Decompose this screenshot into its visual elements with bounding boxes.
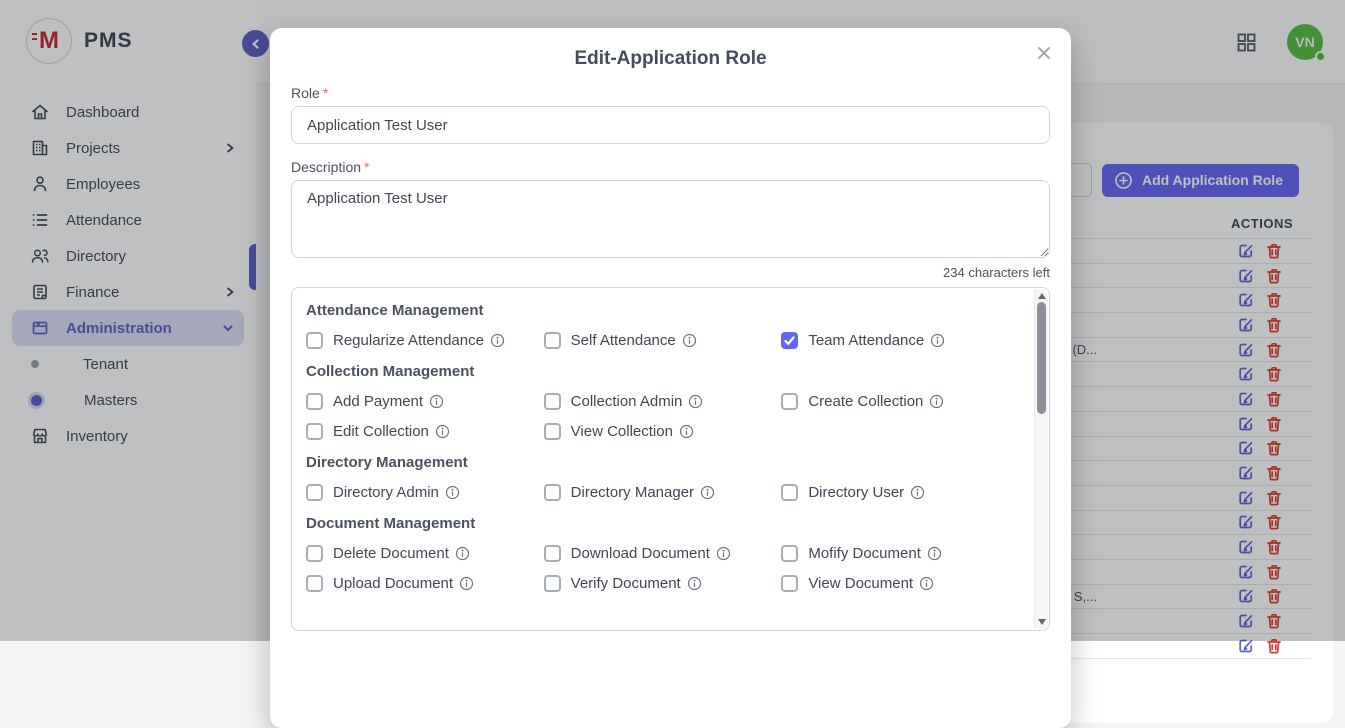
permission-item: Edit Collection (306, 422, 544, 440)
info-icon[interactable] (679, 424, 694, 439)
permission-label: Self Attendance (571, 332, 676, 349)
info-icon[interactable] (435, 424, 450, 439)
permission-label: Directory User (808, 484, 904, 501)
modal-close-button[interactable] (1029, 38, 1059, 68)
info-icon[interactable] (930, 333, 945, 348)
permission-label: Collection Admin (571, 393, 683, 410)
permission-label: View Document (808, 575, 913, 592)
permission-item: Team Attendance (781, 331, 1019, 349)
required-asterisk: * (323, 85, 328, 101)
permission-checkbox[interactable] (781, 332, 798, 349)
permission-checkbox[interactable] (306, 545, 323, 562)
info-icon[interactable] (716, 546, 731, 561)
permission-item: Mofify Document (781, 544, 1019, 562)
permission-checkbox[interactable] (544, 423, 561, 440)
permission-checkbox[interactable] (306, 332, 323, 349)
required-asterisk: * (364, 159, 369, 175)
permission-label: View Collection (571, 423, 673, 440)
permission-label: Directory Admin (333, 484, 439, 501)
permission-item: Upload Document (306, 574, 544, 592)
permission-checkbox[interactable] (306, 423, 323, 440)
info-icon[interactable] (688, 394, 703, 409)
info-icon[interactable] (459, 576, 474, 591)
permission-label: Team Attendance (808, 332, 924, 349)
permission-item: Regularize Attendance (306, 331, 544, 349)
permission-item: Directory User (781, 483, 1019, 501)
permission-label: Download Document (571, 545, 710, 562)
description-textarea[interactable] (291, 180, 1050, 258)
permission-item: Verify Document (544, 574, 782, 592)
description-field-label: Description* (291, 159, 1050, 175)
permission-checkbox[interactable] (544, 545, 561, 562)
permission-label: Edit Collection (333, 423, 429, 440)
permission-checkbox[interactable] (544, 484, 561, 501)
info-icon[interactable] (429, 394, 444, 409)
permission-checkbox[interactable] (781, 484, 798, 501)
permission-checkbox[interactable] (781, 575, 798, 592)
permission-label: Regularize Attendance (333, 332, 484, 349)
permission-group-title: Collection Management (306, 363, 1019, 380)
permission-label: Create Collection (808, 393, 923, 410)
modal-title: Edit-Application Role (291, 28, 1050, 70)
scrollbar-up-arrow[interactable] (1038, 293, 1046, 299)
permission-item: View Collection (544, 422, 782, 440)
permission-item: Self Attendance (544, 331, 782, 349)
permission-item: Delete Document (306, 544, 544, 562)
permission-checkbox[interactable] (544, 393, 561, 410)
characters-left-counter: 234 characters left (291, 265, 1050, 280)
permission-item: Directory Admin (306, 483, 544, 501)
info-icon[interactable] (490, 333, 505, 348)
info-icon[interactable] (927, 546, 942, 561)
permission-group-title: Document Management (306, 515, 1019, 532)
permissions-scrollbar[interactable] (1034, 289, 1048, 629)
info-icon[interactable] (455, 546, 470, 561)
permission-checkbox[interactable] (544, 332, 561, 349)
permission-label: Add Payment (333, 393, 423, 410)
permission-checkbox[interactable] (306, 393, 323, 410)
permissions-panel: Attendance Management Regularize Attendan… (291, 287, 1050, 631)
permission-label: Directory Manager (571, 484, 694, 501)
info-icon[interactable] (919, 576, 934, 591)
info-icon[interactable] (682, 333, 697, 348)
info-icon[interactable] (700, 485, 715, 500)
permission-checkbox[interactable] (306, 575, 323, 592)
permission-group-title: Attendance Management (306, 302, 1019, 319)
edit-application-role-modal: Edit-Application Role Role* Description*… (270, 28, 1071, 728)
permission-checkbox[interactable] (781, 393, 798, 410)
info-icon[interactable] (687, 576, 702, 591)
scrollbar-thumb[interactable] (1037, 302, 1046, 414)
role-field-label: Role* (291, 85, 1050, 101)
permission-group-title: Directory Management (306, 454, 1019, 471)
scrollbar-down-arrow[interactable] (1038, 619, 1046, 625)
permission-checkbox[interactable] (781, 545, 798, 562)
permission-label: Delete Document (333, 545, 449, 562)
permission-item: Add Payment (306, 392, 544, 410)
permission-label: Verify Document (571, 575, 681, 592)
permission-label: Upload Document (333, 575, 453, 592)
close-icon (1036, 45, 1052, 61)
info-icon[interactable] (910, 485, 925, 500)
permission-checkbox[interactable] (544, 575, 561, 592)
permission-label: Mofify Document (808, 545, 921, 562)
permission-item: Download Document (544, 544, 782, 562)
permission-item: Directory Manager (544, 483, 782, 501)
info-icon[interactable] (929, 394, 944, 409)
role-input[interactable] (291, 106, 1050, 144)
permission-checkbox[interactable] (306, 484, 323, 501)
permission-item: View Document (781, 574, 1019, 592)
permission-item: Collection Admin (544, 392, 782, 410)
permission-item: Create Collection (781, 392, 1019, 410)
info-icon[interactable] (445, 485, 460, 500)
